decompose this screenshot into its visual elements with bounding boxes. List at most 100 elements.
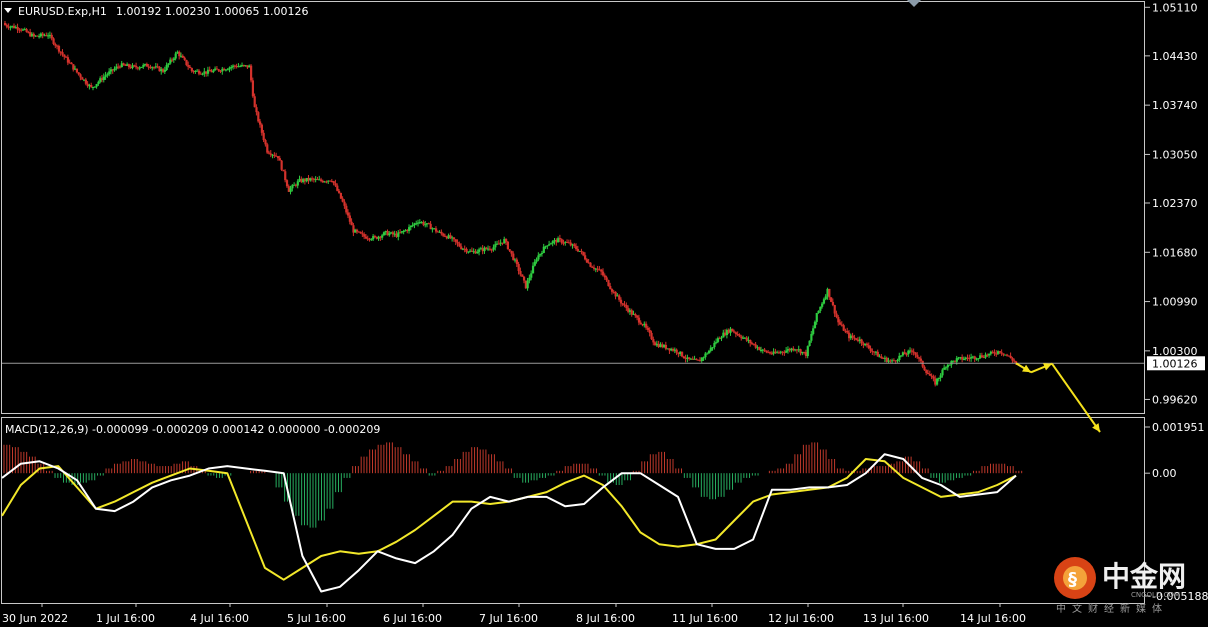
candle-body (257, 112, 260, 122)
candle-body (359, 231, 362, 234)
candle-body (530, 273, 533, 278)
candle-body (880, 356, 883, 359)
price-tick-label: 0.99620 (1152, 393, 1198, 406)
svg-text:§: § (1068, 569, 1077, 590)
candle-body (955, 358, 958, 362)
candle-body (63, 54, 66, 57)
time-tick-label: 7 Jul 16:00 (479, 612, 538, 625)
candle-body (537, 255, 540, 260)
candle-body (680, 351, 684, 357)
candle-body (517, 263, 520, 271)
watermark-subtitle: 中文财经新媒体 (1056, 602, 1168, 615)
candle-body (813, 321, 817, 329)
candle-body (918, 357, 921, 359)
candle-body (269, 153, 272, 155)
price-tick-label: 1.00300 (1152, 345, 1198, 358)
candle-body (634, 313, 637, 316)
candle-body (127, 64, 131, 67)
candle-body (512, 253, 515, 260)
candle-body (185, 59, 188, 65)
candle-body (558, 238, 562, 240)
price-tick-label: 1.03740 (1152, 99, 1198, 112)
candle-body (363, 234, 366, 237)
candle-body (285, 180, 289, 187)
candle-body (734, 332, 738, 334)
candle-body (505, 238, 508, 242)
candle-body (174, 53, 177, 59)
candle-body (607, 280, 610, 287)
candle-body (758, 347, 761, 351)
candle-body (925, 370, 928, 373)
candle-body (1000, 352, 1003, 354)
candle-body (167, 63, 170, 65)
macd-panel-frame (1, 417, 1145, 604)
price-tick-label: 1.04430 (1152, 50, 1198, 63)
candle-body (399, 232, 402, 234)
candle-body (61, 52, 64, 55)
price-tick-label: 1.00990 (1152, 296, 1198, 309)
scroll-marker-icon[interactable] (906, 0, 922, 7)
candle-body (339, 192, 343, 199)
candle-body (255, 107, 258, 113)
candle-body (706, 353, 709, 355)
candle-body (66, 57, 70, 63)
candle-body (492, 247, 495, 250)
candle-body (828, 288, 831, 298)
candle-body (521, 274, 524, 277)
time-tick-label: 30 Jun 2022 (2, 612, 68, 625)
candle-body (580, 250, 583, 252)
candle-body (821, 303, 824, 307)
candle-body (338, 190, 341, 193)
candle-body (201, 73, 204, 75)
candle-body (621, 303, 624, 305)
chart-canvas: 1.05110 1.04430 1.03740 1.03050 1.02370 1.016… (1, 0, 1208, 625)
candle-body (456, 241, 459, 244)
candle-body (695, 358, 698, 360)
candle-body (650, 332, 653, 340)
candle-body (846, 330, 849, 333)
candle-body (652, 339, 655, 343)
candle-body (251, 80, 255, 97)
candle-body (258, 121, 262, 125)
candle-body (102, 76, 105, 80)
candle-body (4, 23, 7, 26)
candle-body (539, 253, 542, 256)
candle-body (919, 358, 923, 361)
candle-body (980, 355, 984, 358)
candle-body (273, 154, 276, 156)
candle-body (765, 350, 768, 353)
candle-body (381, 235, 384, 238)
candle-body (546, 245, 549, 247)
candle-body (675, 349, 678, 353)
candle-body (988, 353, 991, 356)
candle-body (851, 335, 854, 338)
macd-lines (1, 453, 1017, 593)
arrow-head-icon (1092, 423, 1100, 432)
candle-body (733, 331, 736, 333)
candle-body (429, 223, 432, 230)
candle-body (646, 327, 650, 330)
candle-body (52, 38, 55, 44)
candle-body (939, 375, 942, 378)
candle-body (619, 299, 623, 304)
candle-body (932, 376, 935, 379)
candle-body (402, 230, 405, 232)
candle-body (113, 68, 116, 71)
candle-body (332, 181, 335, 184)
candle-body (869, 348, 872, 352)
candle-body (754, 344, 757, 348)
candle-body (382, 232, 386, 236)
candle-body (343, 201, 346, 206)
candle-body (1015, 361, 1018, 363)
candle-body (822, 299, 826, 304)
candle-body (266, 144, 269, 153)
candle-body (711, 347, 714, 349)
candle-body (860, 339, 863, 344)
candle-body (865, 343, 869, 346)
candle-body (928, 373, 932, 376)
time-tick-label: 11 Jul 16:00 (672, 612, 738, 625)
candle-body (648, 329, 651, 333)
candle-body (16, 27, 19, 30)
candle-body (785, 350, 788, 353)
header-dropdown-icon[interactable] (4, 8, 12, 13)
